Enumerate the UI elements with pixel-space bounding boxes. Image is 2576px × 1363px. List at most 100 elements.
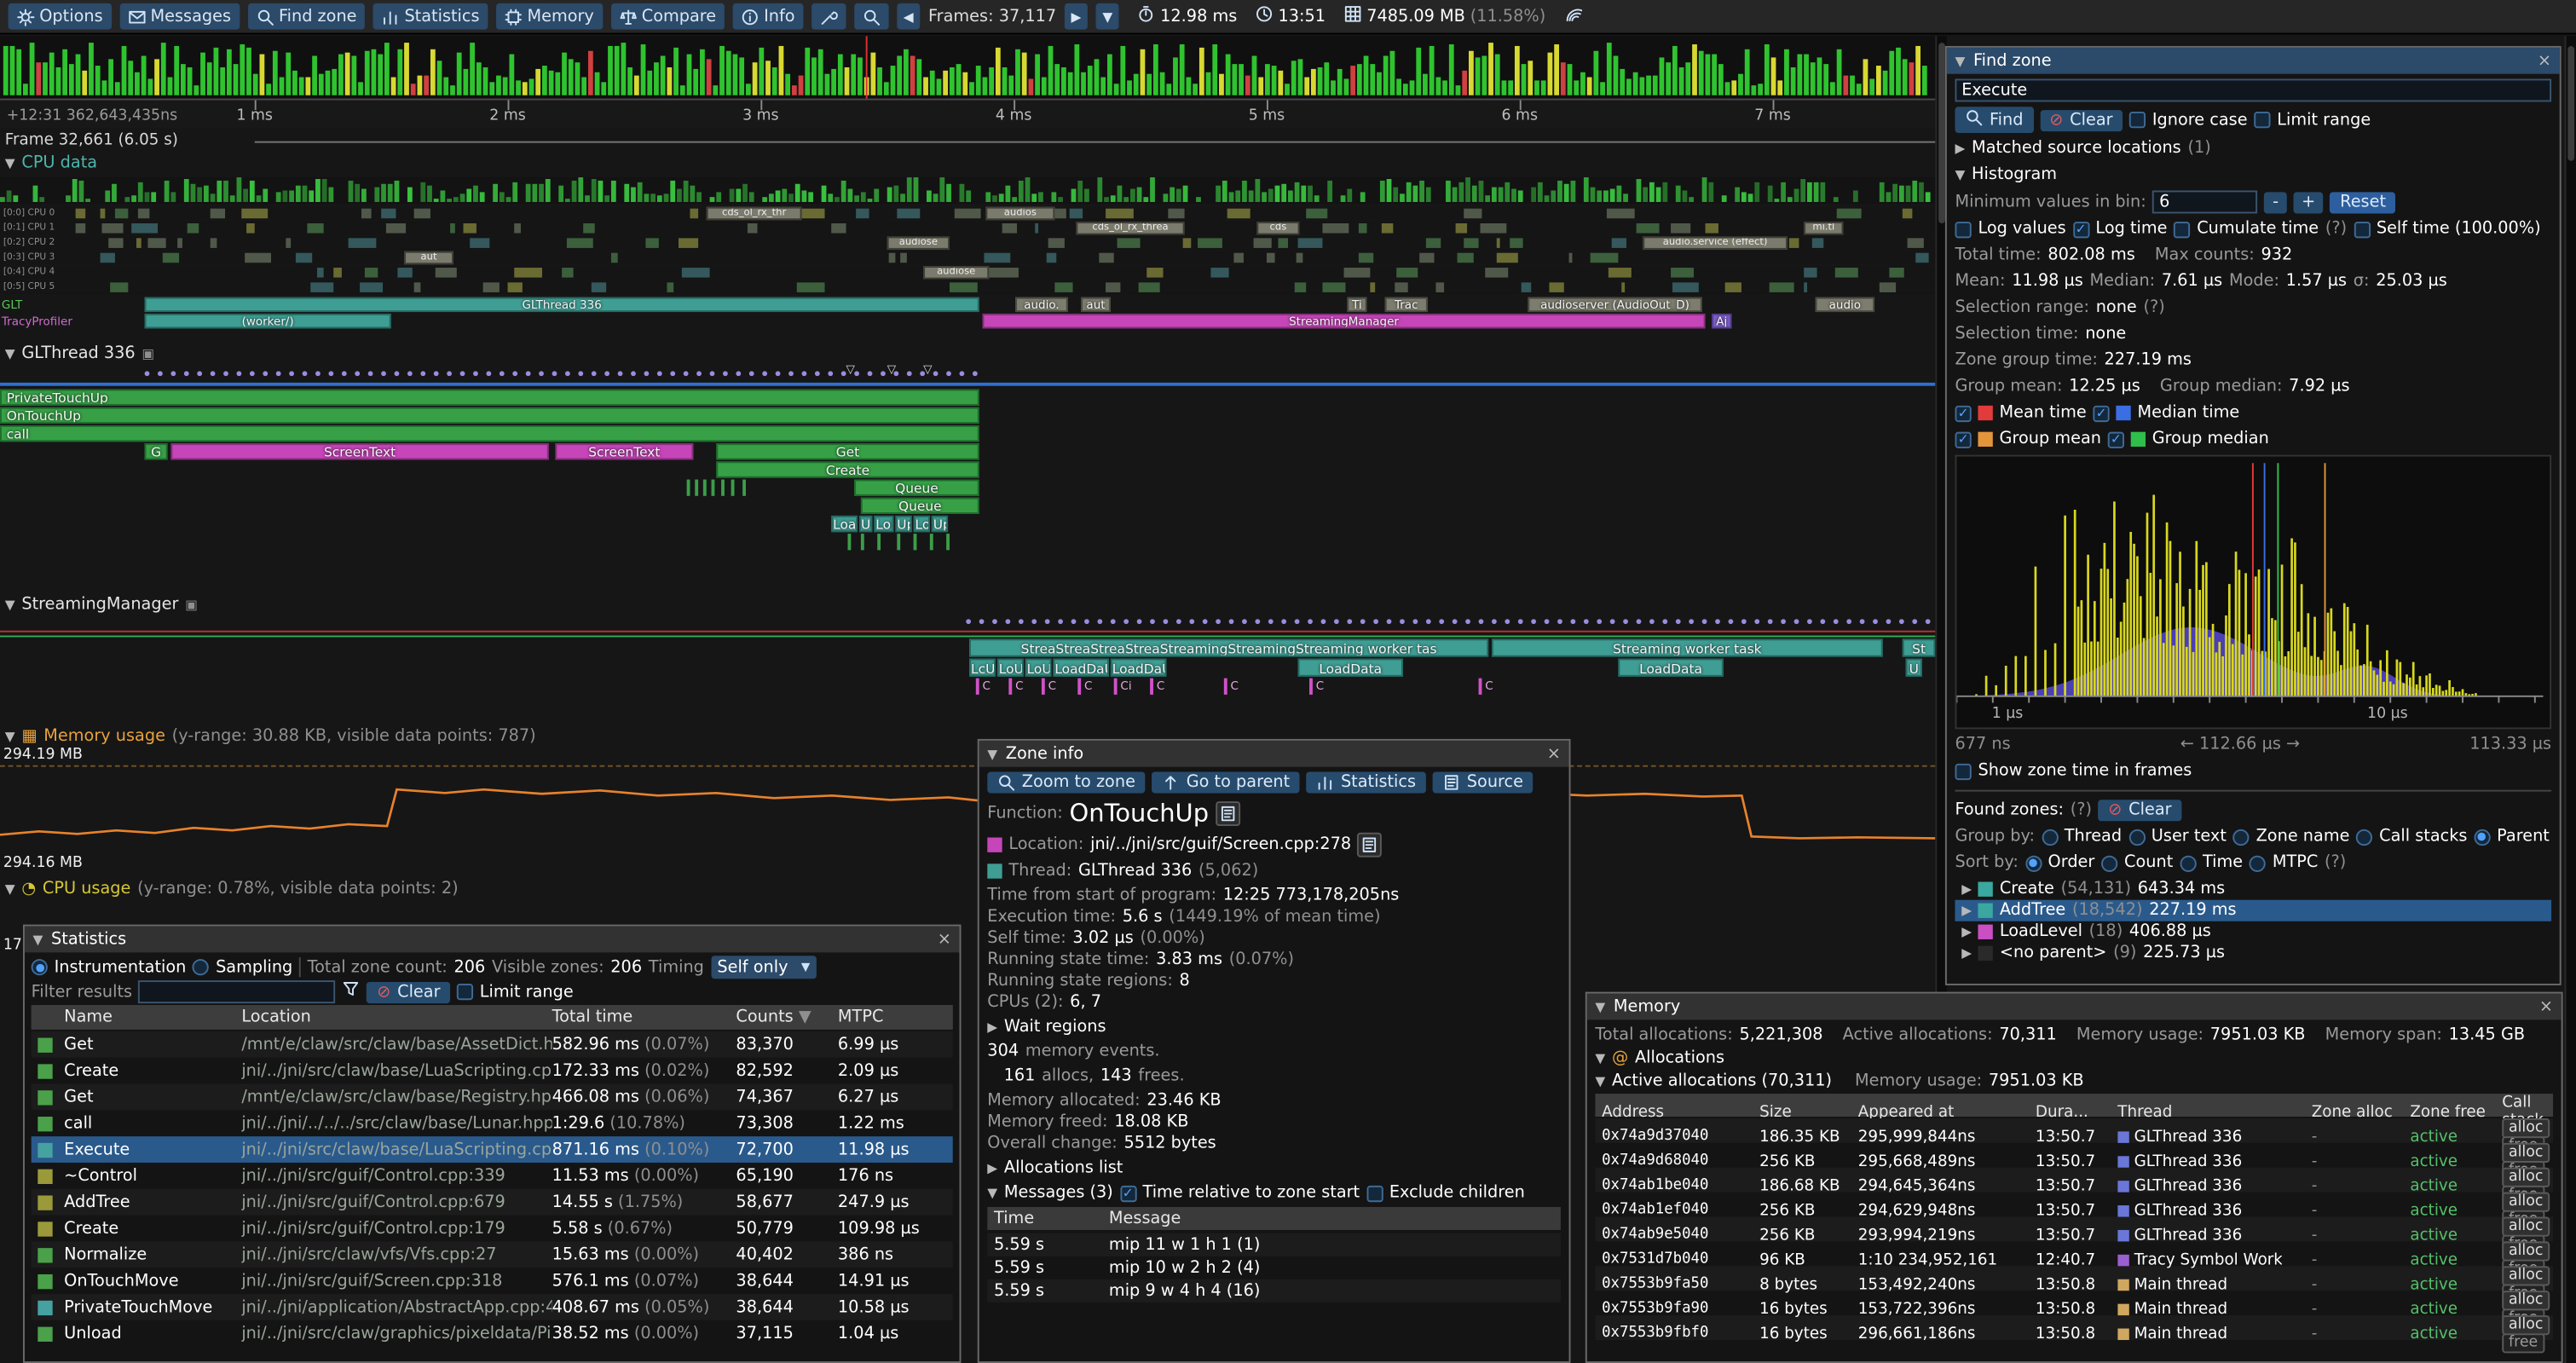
allocation-row[interactable]: 0x74ab1ef040256 KB294,629,948ns13:50.7GL… [1595, 1193, 2553, 1217]
histogram-header-row[interactable]: ▼ Histogram [1955, 165, 2551, 186]
zone-queue[interactable]: Queue [861, 498, 979, 514]
log-values-checkbox[interactable] [1955, 221, 1971, 237]
cpu-zone[interactable]: audios [985, 207, 1054, 220]
clear-found-button[interactable]: ⊘Clear [2040, 109, 2123, 130]
stats-row-ontouchmove[interactable]: OnTouchMovejni/../jni/src/guif/Screen.cp… [32, 1268, 953, 1294]
zone-queue[interactable]: Queue [854, 480, 979, 496]
zone-lou[interactable]: LoU [1025, 659, 1052, 677]
cpu-thread-zone[interactable]: Ti [1347, 297, 1366, 312]
collapse-icon[interactable]: ▼ [1595, 999, 1605, 1014]
zone-loi[interactable]: Loi [874, 516, 893, 532]
zone-lcu[interactable]: LcU [969, 659, 996, 677]
collapse-icon[interactable]: ▼ [1955, 168, 1965, 182]
statistics-table-header[interactable]: Name Location Total time Counts ▼ MTPC [32, 1005, 953, 1030]
copy-icon[interactable] [1216, 800, 1240, 825]
clear-groups-button[interactable]: ⊘Clear [2099, 800, 2181, 821]
zone-create[interactable]: Create [716, 461, 979, 477]
cpu-zone[interactable]: cds_ol_rx_thr [707, 207, 802, 220]
toolbar-capture-button[interactable] [854, 3, 888, 30]
clear-filter-button[interactable]: ⊘ Clear [367, 981, 450, 1002]
thread-value[interactable]: GLThread 336 [1078, 862, 1192, 880]
prev-frame-button[interactable]: ◀ [897, 3, 920, 30]
message-row[interactable]: 5.59 smip 9 w 4 h 4 (16) [987, 1279, 1561, 1302]
window-scrollbar[interactable] [2565, 36, 2576, 1363]
close-icon[interactable]: × [2539, 997, 2553, 1015]
min-bin-increase-button[interactable]: + [2293, 191, 2323, 212]
toolbar-compare-button[interactable]: Compare [610, 3, 725, 30]
message-tick[interactable]: C [1224, 679, 1239, 695]
mean-time-checkbox[interactable] [1955, 405, 1971, 421]
toolbar-memory-button[interactable]: Memory [496, 3, 603, 30]
cpu-zone[interactable]: audiose [887, 236, 950, 249]
cpu-thread-zone[interactable]: aut [1081, 297, 1111, 312]
zone-lou[interactable]: LoU [997, 659, 1024, 677]
streaming-samples-row[interactable] [0, 617, 1935, 627]
collapse-icon[interactable]: ▼ [987, 1186, 997, 1200]
memory-usage-plot[interactable] [0, 765, 1935, 854]
zone-loaddata[interactable]: LoadData [1298, 659, 1403, 677]
message-tick[interactable]: C [976, 679, 991, 695]
glthread-header[interactable]: ▼ GLThread 336 ▣ [5, 345, 154, 363]
cpu-core-row[interactable]: [0:4] CPU 4audiose [0, 266, 1935, 279]
toolbar-tools-button[interactable] [811, 3, 846, 30]
timing-dropdown[interactable]: Self only ▼ [711, 956, 817, 979]
zone-up[interactable]: Up [932, 516, 948, 532]
alloc-callstack-button[interactable]: alloc [2502, 1118, 2550, 1138]
help-icon[interactable]: (?) [2143, 299, 2164, 317]
order-radio[interactable] [2025, 855, 2042, 871]
message-row[interactable]: 5.59 smip 11 w 1 h 1 (1) [987, 1233, 1561, 1256]
sampling-radio[interactable] [193, 959, 209, 975]
collapse-icon[interactable]: ▼ [1595, 1074, 1605, 1089]
allocation-row[interactable]: 0x7553b9fa9016 bytes153,722,396ns13:50.8… [1595, 1291, 2553, 1315]
frames-overview-strip[interactable] [0, 36, 1935, 98]
stats-row-create[interactable]: Createjni/../jni/src/claw/base/LuaScript… [32, 1058, 953, 1084]
expand-icon[interactable]: ▶ [987, 1161, 997, 1175]
scrollbar-thumb[interactable] [1938, 43, 1945, 223]
stats-row-create[interactable]: Createjni/../jni/src/guif/Control.cpp:17… [32, 1216, 953, 1242]
log-time-checkbox[interactable] [2072, 221, 2088, 237]
thread-radio[interactable] [2042, 829, 2058, 845]
cpu-core-row[interactable]: [0:2] CPU 2audioseaudio.service (effect) [0, 236, 1935, 249]
next-frame-button[interactable]: ▶ [1065, 3, 1088, 30]
scrollbar-thumb[interactable] [2567, 46, 2574, 161]
statistics-button[interactable]: Statistics [1306, 771, 1425, 793]
zone-u[interactable]: U [859, 516, 872, 532]
allocation-row[interactable]: 0x7553b9fa508 bytes153,492,240ns13:50.8M… [1595, 1266, 2553, 1291]
cpu-core-row[interactable]: [0:5] CPU 5 [0, 280, 1935, 293]
memory-usage-header[interactable]: ▼ ▦ Memory usage (y-range: 30.88 KB, vis… [5, 727, 536, 745]
alloc-callstack-button[interactable]: alloc [2502, 1193, 2550, 1212]
cpu-zone[interactable]: mi.tl [1804, 222, 1843, 234]
parent-radio[interactable] [2474, 829, 2490, 845]
collapse-icon[interactable]: ▼ [987, 747, 997, 761]
zone-loaddau[interactable]: LoadDaU [1053, 659, 1109, 677]
cpu-zone[interactable]: audio.service (effect) [1643, 236, 1788, 249]
message-tick[interactable]: C [1479, 679, 1493, 695]
filter-icon[interactable] [343, 980, 361, 1003]
count-radio[interactable] [2101, 855, 2117, 871]
message-tick[interactable]: C [1042, 679, 1056, 695]
wait-regions-row[interactable]: ▶ Wait regions [987, 1017, 1561, 1038]
alloc-callstack-button[interactable]: alloc [2502, 1217, 2550, 1237]
group-median-checkbox[interactable] [2108, 431, 2124, 448]
copy-icon[interactable] [1358, 833, 1383, 858]
pin-icon[interactable]: ▣ [142, 346, 154, 361]
cpu-core-row[interactable]: [0:1] CPU 1cds_ol_rx_threacdsmi.tl [0, 222, 1935, 234]
collapse-icon[interactable]: ▼ [1595, 1051, 1605, 1066]
cpu-thread-zone[interactable]: audioserver (AudioOut_D) [1528, 297, 1701, 312]
call-stacks-radio[interactable] [2356, 829, 2372, 845]
allocations-list-row[interactable]: ▶ Allocations list [987, 1158, 1561, 1179]
stats-row-get[interactable]: Get/mnt/e/claw/src/claw/base/Registry.hp… [32, 1083, 953, 1110]
time-ruler[interactable]: +12:31 362,643,435ns 1 ms2 ms3 ms4 ms5 m… [0, 99, 1935, 129]
memory-titlebar[interactable]: ▼ Memory × [1587, 994, 2562, 1020]
allocation-row[interactable]: 0x74a9d68040256 KB295,668,489ns13:50.7GL… [1595, 1143, 2553, 1168]
alloc-callstack-button[interactable]: alloc [2502, 1143, 2550, 1163]
message-tick[interactable]: C [1008, 679, 1023, 695]
time-relative-checkbox[interactable] [1120, 1185, 1136, 1201]
found-zone-group-loadlevel[interactable]: ▶LoadLevel(18)406.88 µs [1955, 921, 2551, 943]
stats-row--control[interactable]: ~Controljni/../jni/src/guif/Control.cpp:… [32, 1163, 953, 1189]
stats-row-privatetouchmove[interactable]: PrivateTouchMovejni/../jni/application/A… [32, 1294, 953, 1320]
zone-up[interactable]: Up [895, 516, 911, 532]
zone-screentext[interactable]: ScreenText [555, 443, 693, 459]
allocation-row[interactable]: 0x74ab9e5040256 KB293,994,219ns13:50.7GL… [1595, 1217, 2553, 1242]
cpu-thread-zone[interactable]: (worker/) [145, 314, 391, 328]
